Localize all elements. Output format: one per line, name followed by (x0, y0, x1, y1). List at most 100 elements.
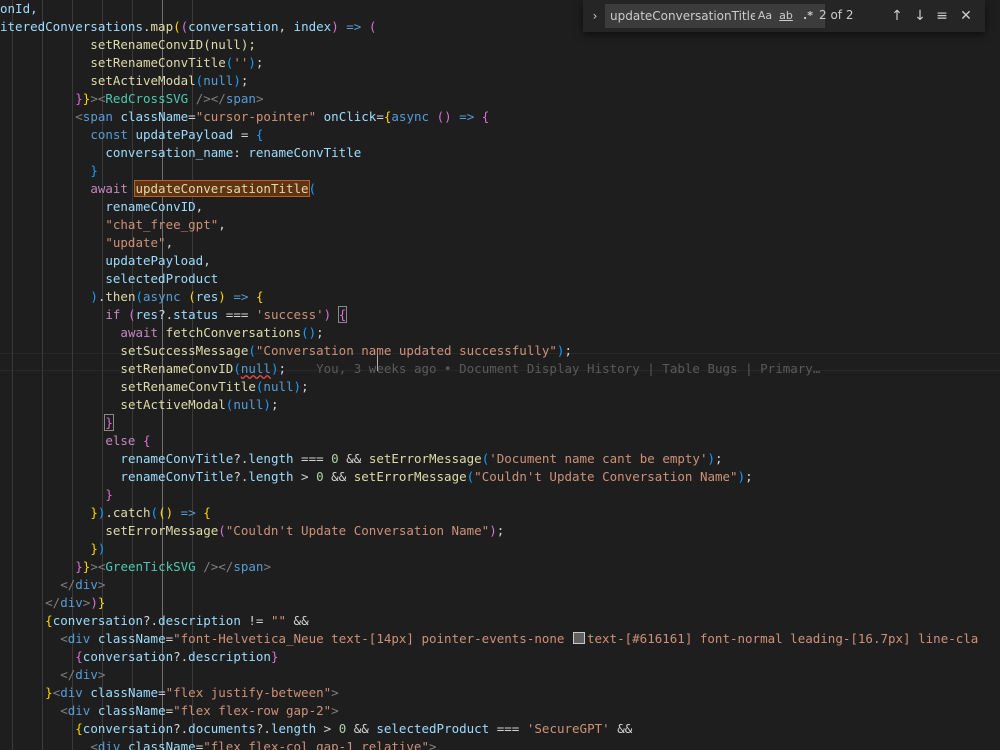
code-token: conversation_name (105, 145, 234, 160)
code-editor[interactable]: onId, iteredConversations.map((conversati… (0, 0, 1000, 750)
close-icon: ✕ (960, 8, 972, 24)
whole-word-toggle[interactable]: ab (776, 8, 796, 24)
code-line[interactable]: renameConvTitle?.length === 0 && setErro… (0, 450, 723, 468)
code-line[interactable]: }) (0, 540, 105, 558)
code-token: ; (270, 397, 279, 412)
code-line[interactable]: </div> (0, 666, 105, 684)
code-token: setRenameConvTitle (120, 379, 256, 394)
code-line[interactable]: updatePayload, (0, 252, 210, 270)
find-widget: › Aa ab .* 2 of 2 ↑ ↓ ≡ ✕ (583, 0, 985, 32)
code-token: ; (715, 451, 723, 466)
match-case-toggle[interactable]: Aa (756, 8, 774, 24)
code-line[interactable]: "update", (0, 234, 173, 252)
code-line[interactable]: </div> (0, 576, 105, 594)
code-token: res (135, 307, 159, 322)
code-line[interactable]: setActiveModal(null); (0, 396, 278, 414)
code-line[interactable]: conversation_name: renameConvTitle (0, 144, 361, 162)
next-match-button[interactable]: ↓ (911, 6, 929, 26)
code-token: length (248, 469, 294, 484)
code-line[interactable]: </div>)} (0, 594, 105, 612)
code-line[interactable]: <span className="cursor-pointer" onClick… (0, 108, 489, 126)
match-count: 2 of 2 (819, 8, 854, 22)
code-token: > (90, 91, 98, 106)
close-find-button[interactable]: ✕ (957, 6, 975, 26)
code-line[interactable]: setRenameConvID(null); (0, 36, 256, 54)
code-token: ( (188, 289, 196, 304)
code-token: < (60, 703, 68, 718)
code-line[interactable]: else { (0, 432, 150, 450)
code-line[interactable]: setActiveModal(null); (0, 72, 248, 90)
code-token: === (489, 721, 527, 736)
code-token: '' (233, 55, 249, 70)
code-token: ) (293, 379, 302, 394)
code-token: conversation (188, 19, 279, 34)
code-line[interactable]: "chat_free_gpt", (0, 216, 225, 234)
code-token: </ (45, 595, 61, 610)
code-token: await (120, 325, 159, 340)
code-line[interactable]: setErrorMessage("Couldn't Update Convers… (0, 522, 504, 540)
code-token: ( (173, 19, 181, 34)
code-line[interactable]: onId, (0, 0, 38, 18)
code-token: ; (255, 55, 264, 70)
code-token: { (45, 613, 53, 628)
code-line[interactable]: selectedProduct (0, 270, 218, 288)
code-line[interactable]: }}><RedCrossSVG /></span> (0, 90, 263, 108)
code-token: ) (90, 595, 98, 610)
code-line[interactable]: await updateConversationTitle( (0, 180, 316, 198)
code-token: renameConvTitle (120, 469, 234, 484)
code-token: null (203, 73, 234, 88)
code-token: ; (496, 523, 505, 538)
code-line[interactable]: <div className="font-Helvetica_Neue text… (0, 630, 978, 648)
code-line[interactable]: setRenameConvTitle(null); (0, 378, 308, 396)
code-line[interactable]: renameConvTitle?.length > 0 && setErrorM… (0, 468, 752, 486)
code-line[interactable]: await fetchConversations(); (0, 324, 323, 342)
code-line[interactable]: }}><GreenTickSVG /></span> (0, 558, 271, 576)
code-token: > (429, 739, 437, 750)
code-token: > (293, 469, 317, 484)
code-token: === (218, 307, 256, 322)
code-line[interactable]: } (0, 414, 114, 432)
code-line[interactable]: } (0, 486, 113, 504)
code-line[interactable]: if (res?.status === 'success') { (0, 306, 348, 324)
code-token: && (286, 613, 309, 628)
code-line[interactable]: } (0, 162, 98, 180)
code-line[interactable]: const updatePayload = { (0, 126, 263, 144)
code-token: ) (165, 505, 174, 520)
code-token: then (105, 289, 136, 304)
code-token: conversation (82, 721, 174, 736)
find-in-selection-button[interactable]: ≡ (933, 6, 951, 26)
code-line[interactable]: ).then(async (res) => { (0, 288, 263, 306)
code-line[interactable]: iteredConversations.map((conversation, i… (0, 18, 376, 36)
code-line[interactable]: setSuccessMessage("Conversation name upd… (0, 342, 572, 360)
code-line[interactable]: {conversation?.description != "" && (0, 612, 309, 630)
previous-match-button[interactable]: ↑ (888, 6, 906, 26)
code-token: ( (301, 325, 309, 340)
code-line[interactable]: }).catch(() => { (0, 504, 211, 522)
find-in-selection-icon: ≡ (936, 8, 948, 24)
code-line[interactable]: <div className="flex flex-row gap-2"> (0, 702, 338, 720)
code-line[interactable]: renameConvID, (0, 198, 203, 216)
code-token: ) (308, 325, 317, 340)
code-token: { (203, 505, 211, 520)
code-line[interactable]: setRenameConvID(null); You, 3 weeks ago … (0, 360, 820, 378)
toggle-replace-button[interactable]: › (587, 6, 603, 26)
regex-toggle[interactable]: .* (799, 8, 817, 24)
color-swatch[interactable] (572, 632, 585, 644)
code-token: setSuccessMessage (120, 343, 249, 358)
code-line[interactable]: {conversation?.description} (0, 648, 278, 666)
code-line[interactable]: setRenameConvTitle(''); (0, 54, 263, 72)
code-line[interactable]: }<div className="flex justify-between"> (0, 684, 339, 702)
arrow-up-icon: ↑ (891, 8, 903, 24)
find-input[interactable] (610, 5, 755, 27)
code-line[interactable]: {conversation?.documents?.length > 0 && … (0, 720, 632, 738)
code-token: = (158, 685, 166, 700)
code-token: => (346, 19, 362, 34)
code-line[interactable]: <div className="flex flex-col gap-1 rela… (0, 738, 437, 750)
code-token: ?. (173, 649, 189, 664)
code-token: span (225, 91, 256, 106)
